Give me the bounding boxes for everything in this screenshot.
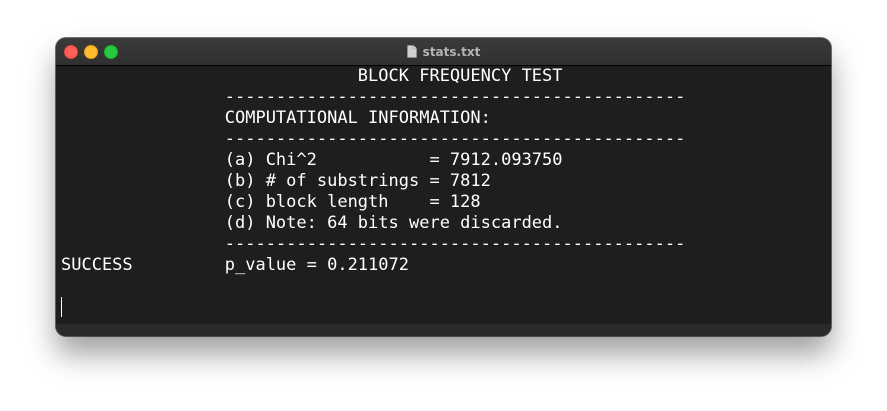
text-cursor — [61, 297, 62, 317]
separator-line: ----------------------------------------… — [61, 234, 686, 254]
window-title-group: stats.txt — [56, 38, 831, 65]
title-bar[interactable]: stats.txt — [56, 38, 831, 66]
test-title: BLOCK FREQUENCY TEST — [61, 66, 563, 86]
terminal-content[interactable]: BLOCK FREQUENCY TEST -------------------… — [56, 66, 831, 324]
result-line: SUCCESS p_value = 0.211072 — [61, 255, 409, 275]
substrings-line: (b) # of substrings = 7812 — [61, 171, 491, 191]
terminal-window: stats.txt BLOCK FREQUENCY TEST ---------… — [56, 38, 831, 336]
note-line: (d) Note: 64 bits were discarded. — [61, 213, 563, 233]
section-heading: COMPUTATIONAL INFORMATION: — [61, 108, 491, 128]
separator-line: ----------------------------------------… — [61, 87, 686, 107]
chi-square-line: (a) Chi^2 = 7912.093750 — [61, 150, 563, 170]
window-bottom-edge — [56, 324, 831, 336]
window-title: stats.txt — [422, 44, 481, 59]
document-icon — [406, 45, 417, 58]
block-length-line: (c) block length = 128 — [61, 192, 481, 212]
separator-line: ----------------------------------------… — [61, 129, 686, 149]
